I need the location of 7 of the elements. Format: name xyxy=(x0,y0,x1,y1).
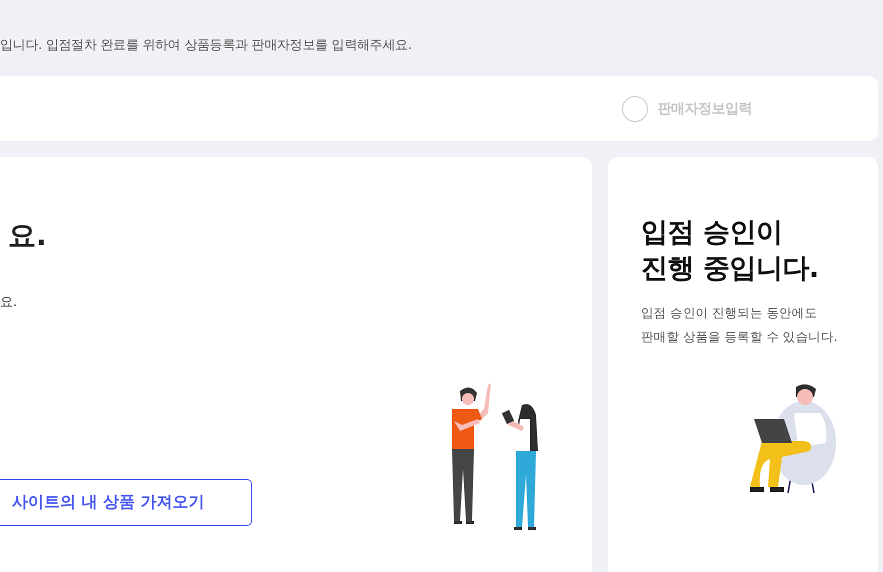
approval-description: 입점 승인이 진행되는 동안에도 판매할 상품을 등록할 수 있습니다. xyxy=(641,304,838,346)
notice-text: 입니다. 입점절차 완료를 위하여 상품등록과 판매자정보를 입력해주세요. xyxy=(0,37,413,55)
step-label: 판매자정보입력 xyxy=(658,100,752,118)
approval-heading: 입점 승인이 진행 중입니다. xyxy=(641,216,820,286)
card-heading: 요. xyxy=(8,218,48,254)
card-description: 요. xyxy=(0,294,18,311)
import-products-button[interactable]: 사이트의 내 상품 가져오기 xyxy=(0,479,252,526)
